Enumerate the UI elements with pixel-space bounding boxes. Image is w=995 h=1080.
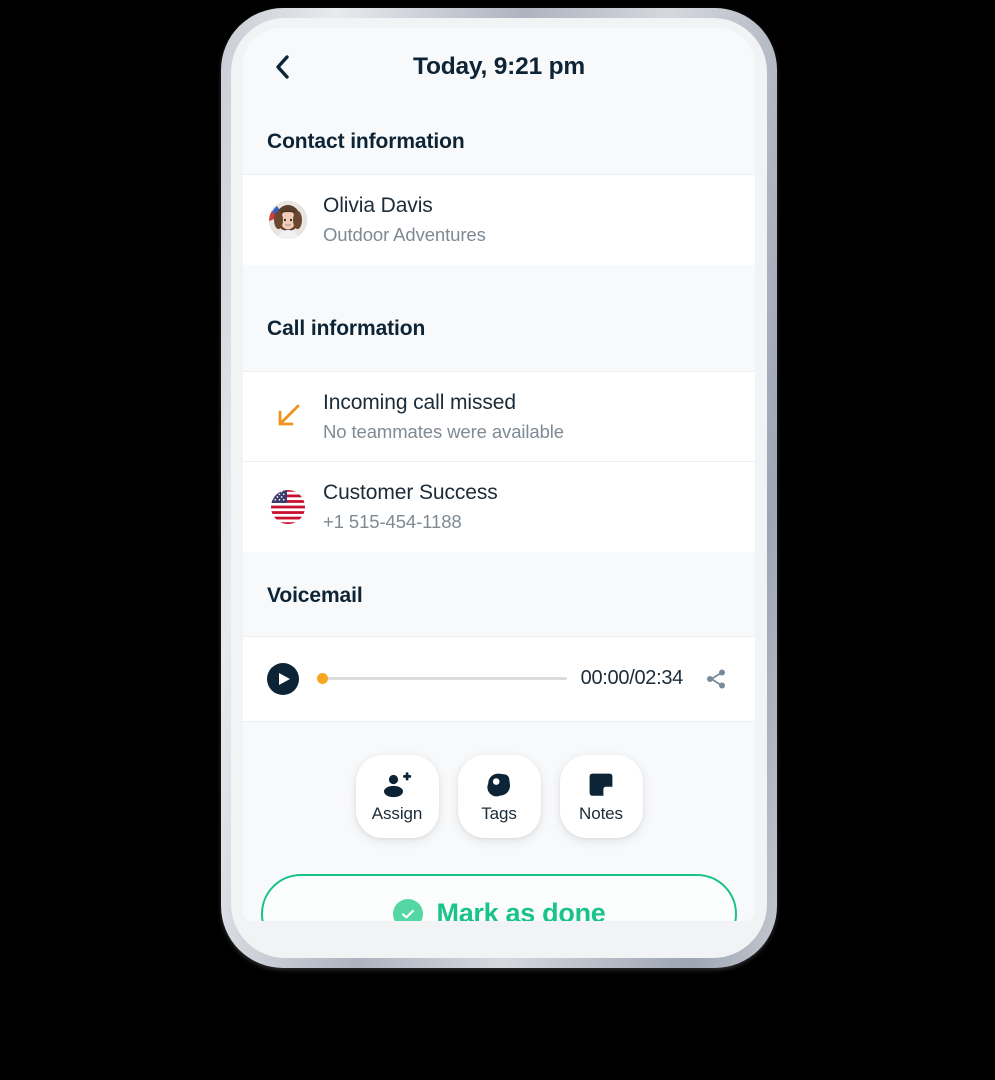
voicemail-progress-knob[interactable] (317, 673, 328, 685)
contact-avatar-photo (269, 200, 307, 239)
share-button[interactable] (701, 664, 731, 694)
call-line-number: +1 515-454-1188 (323, 511, 462, 533)
call-line-text: Customer Success +1 515-454-1188 (323, 479, 498, 535)
page-title: Today, 9:21 pm (413, 53, 585, 80)
notes-button[interactable]: Notes (559, 754, 643, 838)
assign-label: Assign (371, 803, 423, 823)
arrow-down-left-icon (278, 405, 300, 426)
voicemail-time: 00:00/02:34 (580, 667, 684, 690)
section-heading-call: Call information (243, 264, 755, 371)
incoming-call-missed-arrow-icon (267, 395, 309, 437)
tag-icon (485, 769, 513, 801)
avatar (267, 199, 309, 241)
contact-company: Outdoor Adventures (323, 224, 486, 246)
section-heading-contact: Contact information (243, 106, 755, 174)
quick-actions: Assign Tags Notes (355, 754, 643, 838)
voicemail-progress-slider[interactable] (317, 669, 567, 689)
mark-as-done-label: Mark as done (436, 898, 606, 921)
contact-text: Olivia Davis Outdoor Adventures (323, 192, 486, 248)
note-glyph (589, 773, 613, 796)
tag-glyph (487, 773, 511, 797)
phone-screen: Today, 9:21 pm Contact information Olivi… (243, 28, 755, 921)
person-add-glyph (384, 772, 412, 798)
play-button[interactable] (267, 662, 299, 695)
check-glyph (401, 909, 414, 919)
call-line-row[interactable]: Customer Success +1 515-454-1188 (243, 461, 755, 552)
notes-label: Notes (579, 803, 623, 823)
call-status-text: Incoming call missed No teammates were a… (323, 389, 564, 445)
mark-as-done-button[interactable]: Mark as done (261, 873, 737, 921)
person-add-icon (382, 769, 412, 801)
contact-name: Olivia Davis (323, 194, 433, 217)
play-icon (279, 672, 290, 685)
call-status-subtitle: No teammates were available (323, 420, 564, 442)
voicemail-progress-track (317, 677, 567, 681)
screenshot-stage: Today, 9:21 pm Contact information Olivi… (0, 0, 995, 1080)
tags-label: Tags (481, 803, 517, 823)
flag-us-circle-icon (271, 490, 305, 525)
us-flag-icon (267, 486, 309, 528)
contact-row[interactable]: Olivia Davis Outdoor Adventures (243, 174, 755, 265)
check-circle-icon (392, 898, 423, 921)
note-icon (587, 769, 615, 801)
section-heading-voicemail: Voicemail (243, 551, 755, 636)
share-icon (707, 669, 725, 689)
avatar-image (269, 200, 307, 239)
call-status-title: Incoming call missed (323, 390, 516, 414)
app-header: Today, 9:21 pm (243, 28, 755, 106)
back-button[interactable] (265, 50, 299, 84)
call-line-title: Customer Success (323, 481, 498, 505)
assign-button[interactable]: Assign (355, 754, 439, 838)
voicemail-player: 00:00/02:34 (243, 635, 755, 722)
bottom-action-area: Assign Tags Notes Mark as done (243, 721, 755, 921)
tags-button[interactable]: Tags (457, 754, 541, 838)
call-status-row[interactable]: Incoming call missed No teammates were a… (243, 370, 755, 462)
chevron-left-icon (276, 55, 289, 79)
